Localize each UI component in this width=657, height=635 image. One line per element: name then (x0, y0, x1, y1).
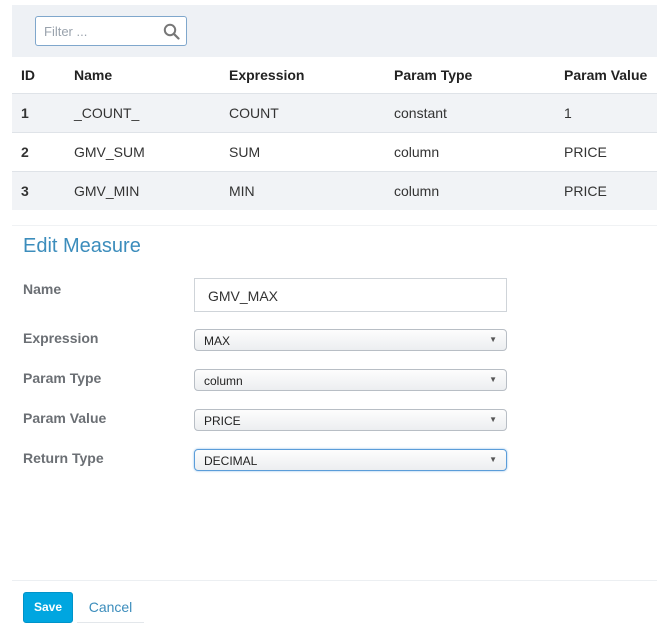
filter-bar: Filter ... (12, 5, 657, 57)
dropdown-arrow-icon: ▼ (489, 335, 497, 344)
column-header-name[interactable]: Name (74, 57, 112, 93)
cell-name: GMV_SUM (74, 144, 145, 160)
cell-name: GMV_MIN (74, 183, 140, 199)
cell-expression: SUM (229, 144, 261, 160)
filter-input[interactable]: Filter ... (35, 16, 187, 46)
param-type-label: Param Type (23, 370, 102, 386)
return-type-label: Return Type (23, 450, 104, 466)
cell-param-value: PRICE (564, 144, 607, 160)
param-value-select[interactable]: PRICE ▼ (194, 409, 507, 431)
cell-param-type: column (394, 183, 440, 199)
param-value-select-value: PRICE (204, 414, 241, 428)
panel-title: Edit Measure (23, 235, 141, 257)
save-button[interactable]: Save (23, 592, 73, 623)
column-header-id[interactable]: ID (21, 57, 35, 93)
param-type-select[interactable]: column ▼ (194, 369, 507, 391)
cell-id: 3 (21, 183, 29, 199)
param-type-select-value: column (204, 374, 243, 388)
column-header-param-value[interactable]: Param Value (564, 57, 647, 93)
table-row[interactable]: 3 GMV_MIN MIN column PRICE (12, 171, 657, 210)
cancel-button[interactable]: Cancel (77, 592, 144, 623)
filter-placeholder: Filter ... (44, 24, 88, 39)
edit-measure-panel: Edit Measure Name GMV_MAX Expression MAX… (12, 225, 657, 635)
table-row[interactable]: 2 GMV_SUM SUM column PRICE (12, 132, 657, 171)
dropdown-arrow-icon: ▼ (489, 455, 497, 464)
name-label: Name (23, 281, 62, 297)
column-header-expression[interactable]: Expression (229, 57, 304, 93)
name-field-value: GMV_MAX (208, 288, 279, 304)
cell-param-type: column (394, 144, 440, 160)
cell-param-type: constant (394, 105, 447, 121)
expression-label: Expression (23, 330, 99, 346)
return-type-select-value: DECIMAL (204, 454, 258, 468)
cell-id: 2 (21, 144, 29, 160)
table-header-row: ID Name Expression Param Type Param Valu… (12, 57, 657, 93)
expression-select-value: MAX (204, 334, 231, 348)
cell-param-value: 1 (564, 105, 572, 121)
cell-param-value: PRICE (564, 183, 607, 199)
return-type-select[interactable]: DECIMAL ▼ (194, 449, 507, 471)
expression-select[interactable]: MAX ▼ (194, 329, 507, 351)
cell-name: _COUNT_ (74, 105, 140, 121)
footer-divider (12, 580, 657, 581)
cell-expression: MIN (229, 183, 255, 199)
dropdown-arrow-icon: ▼ (489, 375, 497, 384)
column-header-param-type[interactable]: Param Type (394, 57, 472, 93)
param-value-label: Param Value (23, 410, 107, 426)
dropdown-arrow-icon: ▼ (489, 415, 497, 424)
search-icon[interactable] (163, 23, 180, 40)
name-field[interactable]: GMV_MAX (194, 278, 507, 312)
table-row[interactable]: 1 _COUNT_ COUNT constant 1 (12, 93, 657, 132)
cell-id: 1 (21, 105, 29, 121)
measures-table: ID Name Expression Param Type Param Valu… (12, 57, 657, 210)
cell-expression: COUNT (229, 105, 279, 121)
